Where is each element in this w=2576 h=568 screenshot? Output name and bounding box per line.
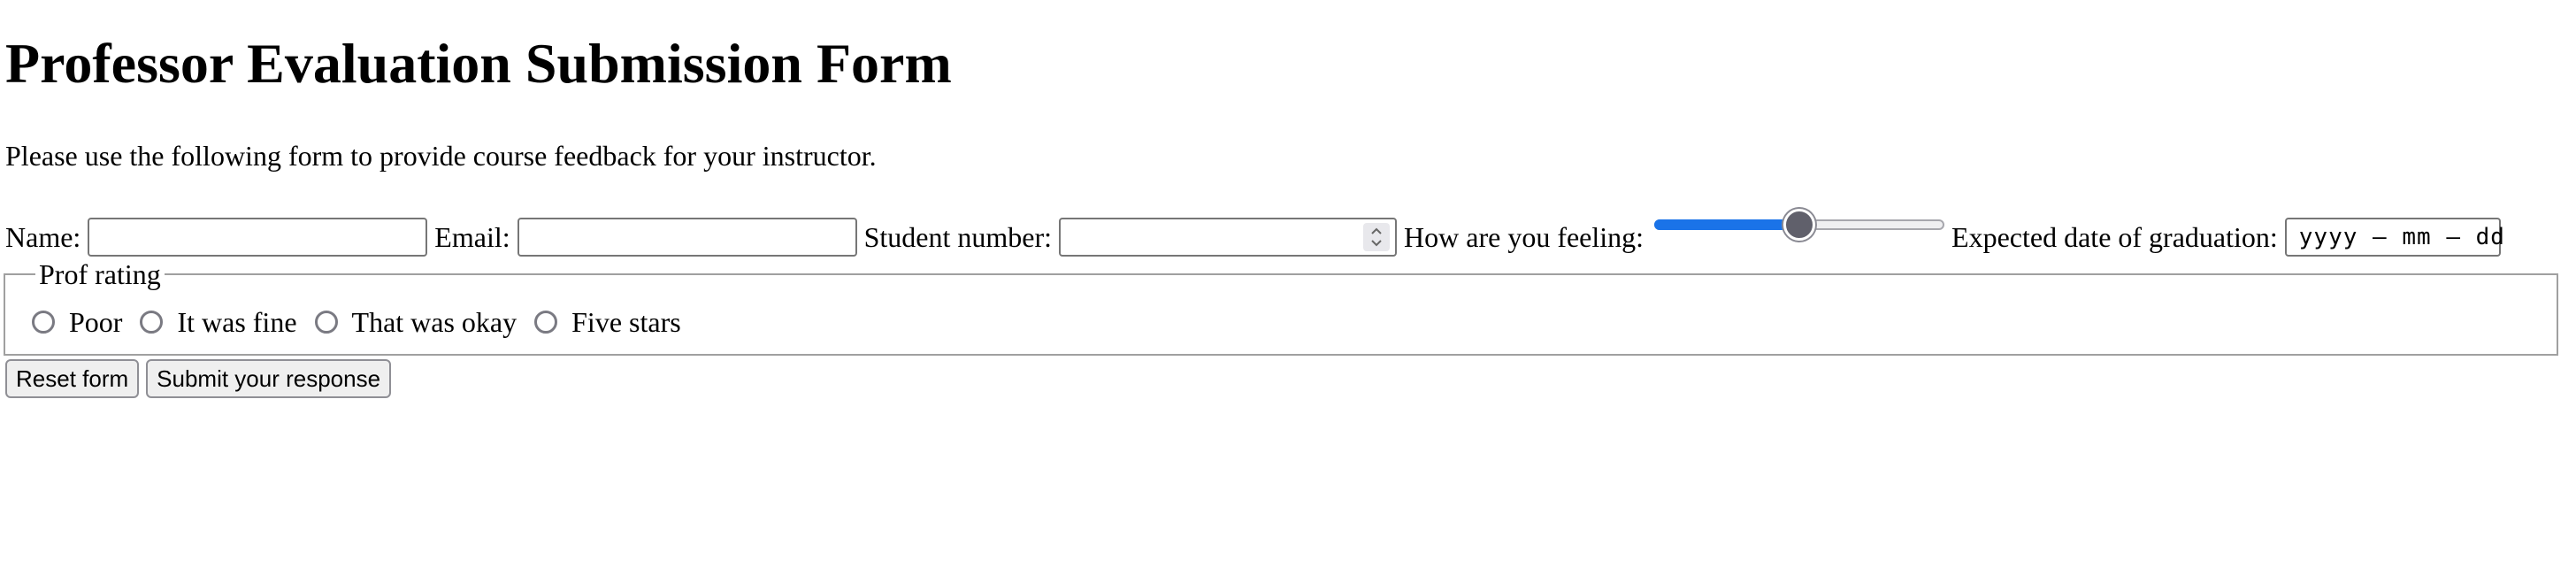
radio-button[interactable]: [32, 311, 55, 334]
slider-thumb[interactable]: [1783, 209, 1816, 241]
submit-button[interactable]: Submit your response: [146, 359, 392, 398]
rating-option-fine[interactable]: It was fine: [140, 304, 297, 340]
rating-option-okay[interactable]: That was okay: [314, 304, 518, 340]
email-input[interactable]: [517, 218, 857, 257]
intro-text: Please use the following form to provide…: [5, 140, 877, 172]
rating-option-poor[interactable]: Poor: [32, 304, 122, 340]
graduation-date-input[interactable]: yyyy – mm – dd: [2284, 218, 2504, 257]
prof-rating-fieldset: Prof rating Poor It was fine That was ok…: [4, 258, 2558, 356]
page-title: Professor Evaluation Submission Form: [5, 32, 952, 95]
radio-button[interactable]: [534, 311, 558, 334]
reset-button[interactable]: Reset form: [5, 359, 140, 398]
up-down-chevrons-icon: [1371, 227, 1382, 247]
rating-label: That was okay: [351, 306, 518, 338]
rating-label: It was fine: [177, 306, 297, 338]
student-number-label: Student number:: [863, 221, 1053, 253]
feeling-slider[interactable]: [1654, 209, 1945, 262]
feeling-label: How are you feeling:: [1404, 221, 1644, 253]
name-input[interactable]: [88, 218, 428, 257]
radio-button[interactable]: [314, 311, 338, 334]
rating-label: Poor: [69, 306, 123, 338]
form-buttons: Reset form Submit your response: [5, 359, 398, 398]
number-spinner[interactable]: [1363, 223, 1391, 251]
radio-button[interactable]: [140, 311, 164, 334]
graduation-label: Expected date of graduation:: [1951, 221, 2278, 253]
rating-label: Five stars: [571, 306, 681, 338]
rating-option-five-stars[interactable]: Five stars: [534, 304, 681, 340]
graduation-date-placeholder: yyyy – mm – dd: [2298, 224, 2505, 250]
prof-rating-legend: Prof rating: [39, 258, 161, 290]
slider-fill: [1654, 219, 1800, 230]
name-label: Name:: [5, 221, 81, 253]
rating-options: Poor It was fine That was okay Five star…: [32, 297, 2530, 347]
student-number-input[interactable]: [1059, 218, 1398, 257]
fields-row: Name: Email: Student number: How are you…: [5, 209, 2504, 262]
email-label: Email:: [434, 221, 510, 253]
